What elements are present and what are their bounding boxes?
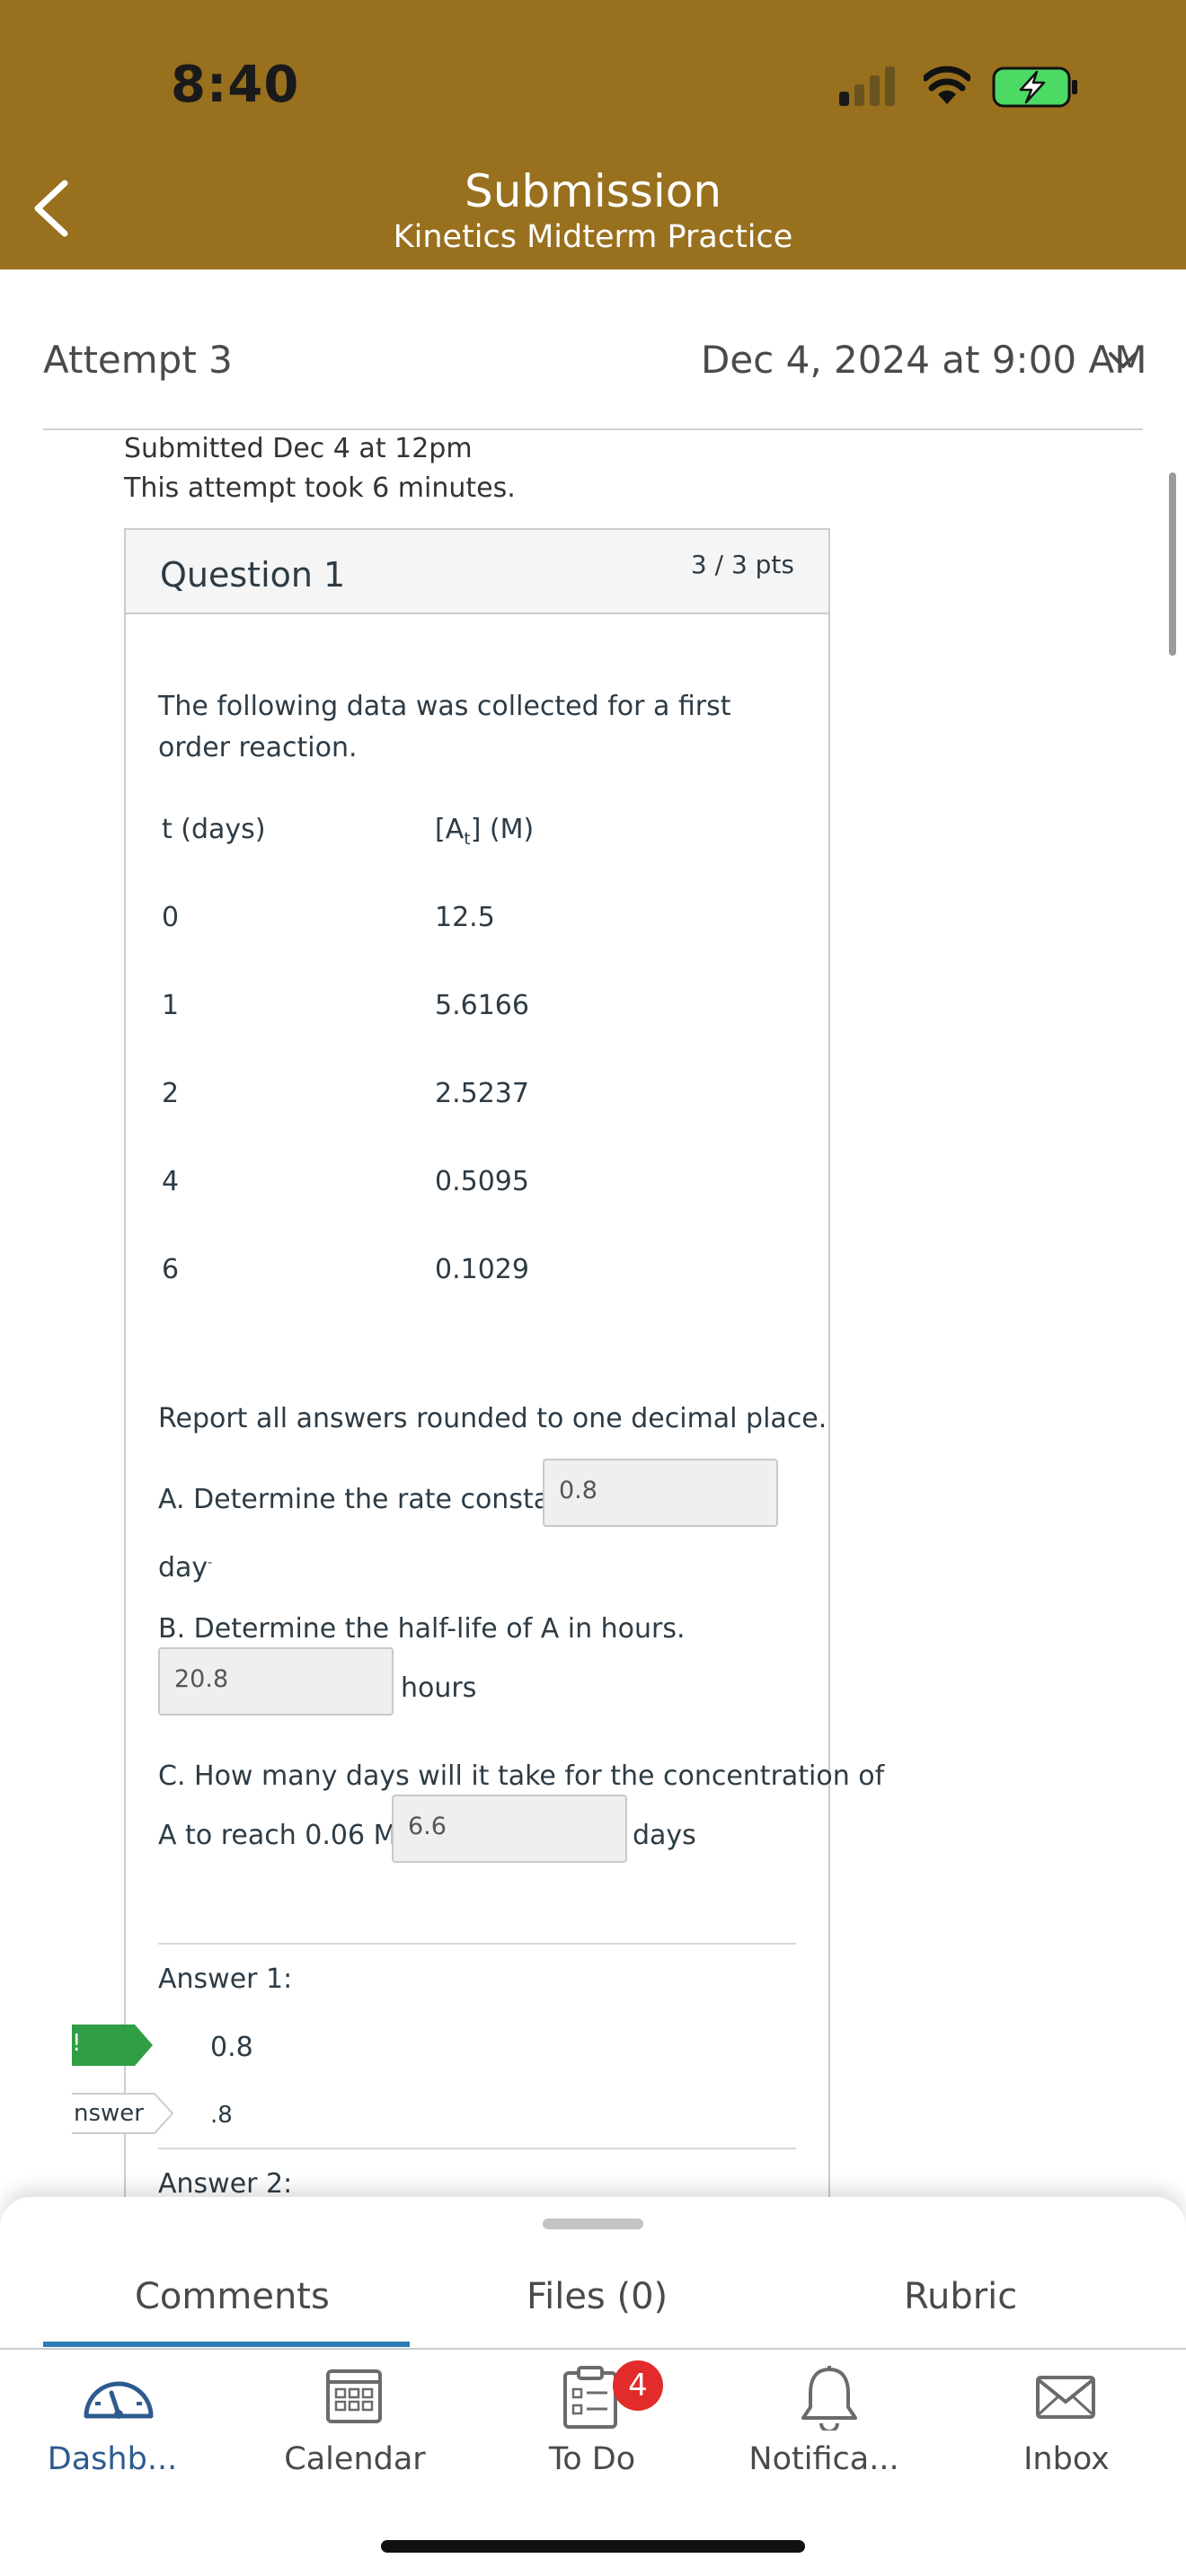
tab-notifications[interactable]: Notifica... xyxy=(721,2441,927,2477)
part-a-answer-field[interactable]: 0.8 xyxy=(543,1459,778,1527)
table-cell-a: 0.1029 xyxy=(435,1254,529,1285)
table-header-concentration: [At] (M) xyxy=(435,814,535,849)
chevron-down-icon[interactable] xyxy=(1107,347,1139,374)
question-title: Question 1 xyxy=(160,555,346,595)
table-cell-a: 12.5 xyxy=(435,902,495,933)
table-header-time: t (days) xyxy=(162,814,266,845)
home-indicator[interactable] xyxy=(381,2540,805,2553)
header-title: Submission xyxy=(464,165,722,217)
divider xyxy=(158,1943,796,1945)
answer-2-label: Answer 2: xyxy=(158,2168,293,2200)
table-cell-t: 0 xyxy=(162,902,180,933)
table-cell-t: 2 xyxy=(162,1078,180,1109)
part-c-prompt-line1: C. How many days will it take for the co… xyxy=(158,1760,885,1792)
bell-icon[interactable] xyxy=(798,2364,861,2430)
answer-tag-text: nswer xyxy=(74,2100,144,2127)
attempt-duration: This attempt took 6 minutes. xyxy=(124,472,516,504)
attempt-label: Attempt 3 xyxy=(43,338,233,382)
part-c-prompt-line2: A to reach 0.06 M? xyxy=(158,1820,412,1851)
divider xyxy=(43,428,1143,430)
question-header: Question 1 3 / 3 pts xyxy=(126,530,828,614)
table-cell-a: 0.5095 xyxy=(435,1166,529,1197)
scrollbar[interactable] xyxy=(1169,472,1176,656)
part-c-answer-field[interactable]: 6.6 xyxy=(392,1795,627,1863)
envelope-icon[interactable] xyxy=(1035,2375,1096,2420)
app-header: 8:40 Submission Kinetics Midterm Practic… xyxy=(0,0,1186,269)
answer-1-user-value: 0.8 xyxy=(210,2032,253,2063)
table-cell-t: 1 xyxy=(162,990,180,1021)
part-a-prompt: A. Determine the rate constant. xyxy=(158,1484,587,1515)
answer-1-correct-value: .8 xyxy=(210,2102,233,2129)
battery-charging-icon xyxy=(992,66,1077,108)
table-cell-t: 4 xyxy=(162,1166,180,1197)
todo-badge: 4 xyxy=(613,2360,663,2411)
correct-tag-text: ! xyxy=(72,2030,82,2057)
tab-files[interactable]: Files (0) xyxy=(527,2276,668,2317)
tab-dashboard[interactable]: Dashb... xyxy=(9,2441,216,2477)
tab-rubric[interactable]: Rubric xyxy=(904,2276,1017,2317)
answer-1-label: Answer 1: xyxy=(158,1963,293,1995)
part-b-unit: hours xyxy=(401,1672,477,1704)
table-cell-a: 5.6166 xyxy=(435,990,529,1021)
sheet-grabber[interactable] xyxy=(543,2219,643,2229)
status-time: 8:40 xyxy=(171,56,300,114)
tab-calendar[interactable]: Calendar xyxy=(252,2441,458,2477)
active-tab-indicator xyxy=(43,2342,410,2347)
tab-comments[interactable]: Comments xyxy=(135,2276,330,2317)
attempt-date-selector[interactable]: Dec 4, 2024 at 9:00 AM xyxy=(701,338,1146,382)
part-b-answer-field[interactable]: 20.8 xyxy=(158,1647,394,1716)
question-intro: The following data was collected for a f… xyxy=(158,691,731,763)
question-card: Question 1 3 / 3 pts xyxy=(124,528,830,2199)
part-a-unit: day- xyxy=(158,1552,213,1584)
submitted-info: Submitted Dec 4 at 12pm xyxy=(124,433,473,464)
table-cell-a: 2.5237 xyxy=(435,1078,529,1109)
wifi-icon xyxy=(924,66,970,104)
tab-inbox[interactable]: Inbox xyxy=(963,2441,1170,2477)
header-subtitle: Kinetics Midterm Practice xyxy=(393,219,793,255)
calendar-icon[interactable] xyxy=(325,2366,383,2425)
table-cell-t: 6 xyxy=(162,1254,180,1285)
divider xyxy=(158,2148,796,2149)
divider xyxy=(0,2348,1186,2350)
todo-clipboard-icon[interactable] xyxy=(562,2366,620,2430)
signal-icon xyxy=(839,66,895,106)
correct-answer-tag xyxy=(72,2025,153,2066)
part-b-prompt: B. Determine the half-life of A in hours… xyxy=(158,1613,686,1645)
question-points: 3 / 3 pts xyxy=(690,550,794,579)
part-c-unit: days xyxy=(633,1820,696,1851)
instruction-text: Report all answers rounded to one decima… xyxy=(158,1403,828,1434)
dashboard-gauge-icon[interactable] xyxy=(81,2371,156,2422)
tab-todo[interactable]: To Do xyxy=(489,2441,695,2477)
